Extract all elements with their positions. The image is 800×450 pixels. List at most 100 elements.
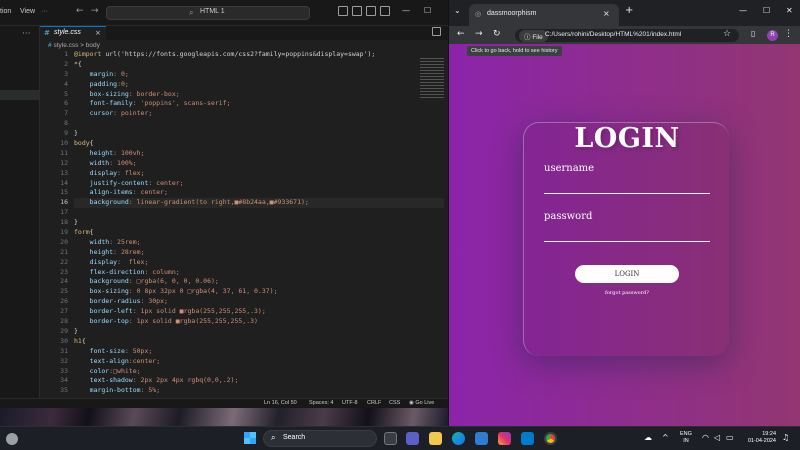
menu-view[interactable]: View (20, 8, 35, 15)
code-line[interactable] (74, 208, 444, 218)
customize-layout-icon[interactable] (380, 6, 390, 16)
code-line[interactable]: width: 100%; (74, 159, 444, 169)
taskbar-search[interactable]: ⌕ Search (263, 430, 377, 447)
toggle-panel-icon[interactable] (352, 6, 362, 16)
clock[interactable]: 19:24 01-04-2024 (742, 431, 776, 445)
code-line[interactable]: form{ (74, 228, 444, 238)
bookmark-star-icon[interactable]: ☆ (723, 29, 731, 39)
code-line[interactable]: margin: 0; (74, 70, 444, 80)
maximize-icon[interactable]: ☐ (763, 6, 770, 15)
code-line[interactable]: color:□white; (74, 367, 444, 377)
code-line[interactable]: justify-content: center; (74, 179, 444, 189)
code-line[interactable]: font-size: 50px; (74, 347, 444, 357)
code-line[interactable]: font-family: 'poppins', scans-serif; (74, 99, 444, 109)
forgot-password-link[interactable]: forgot password? (524, 290, 730, 296)
username-input[interactable] (544, 193, 710, 194)
code-line[interactable]: cursor: pointer; (74, 109, 444, 119)
reload-icon[interactable]: ↻ (493, 29, 501, 39)
minimize-icon[interactable]: — (739, 6, 747, 15)
weather-icon[interactable] (6, 433, 18, 445)
new-tab-icon[interactable]: + (625, 5, 633, 16)
code-line[interactable]: background: linear-gradient(to right,■#8… (74, 198, 444, 209)
close-window-icon[interactable]: ✕ (786, 6, 793, 15)
status-indentation[interactable]: Spaces: 4 (309, 400, 333, 406)
code-line[interactable]: body{ (74, 139, 444, 149)
more-icon[interactable]: ··· (41, 8, 48, 15)
close-icon[interactable]: × (603, 9, 610, 18)
minimize-icon[interactable]: — (402, 6, 410, 15)
sidebar-more-icon[interactable]: ··· (22, 29, 31, 39)
code-line[interactable]: h1{ (74, 337, 444, 347)
code-editor[interactable]: 1 2 3 4 5 6 7 8 9 10 11 12 13 14 15 16 17 18 19 20 21 22 23 24 2… (40, 50, 448, 398)
vscode-icon[interactable] (521, 432, 534, 445)
code-line[interactable]: text-shadow: 2px 2px 4px rgbq(0,0,.2); (74, 376, 444, 386)
code-line[interactable]: } (74, 129, 444, 139)
browser-tab[interactable]: ◎ dassmoorphism × (469, 4, 619, 26)
task-view-icon[interactable] (384, 432, 397, 445)
toggle-sidebar-icon[interactable] (338, 6, 348, 16)
tray-chevron-icon[interactable]: ^ (662, 433, 669, 442)
code-line[interactable]: margin-bottom: 5%; (74, 386, 444, 396)
code-line[interactable]: border-radius: 30px; (74, 297, 444, 307)
store-icon[interactable] (475, 432, 488, 445)
command-center-search[interactable]: ⌕ HTML 1 (106, 6, 310, 20)
login-button[interactable]: LOGIN (575, 265, 679, 283)
breadcrumb-symbol[interactable]: body (86, 42, 100, 49)
kebab-menu-icon[interactable]: ⋮ (784, 29, 793, 39)
code-line[interactable]: } (74, 327, 444, 337)
explorer-selected-item[interactable] (0, 90, 40, 100)
maximize-icon[interactable]: ☐ (424, 6, 431, 15)
code-line[interactable]: width: 25rem; (74, 238, 444, 248)
status-eol[interactable]: CRLF (367, 400, 381, 406)
code-line[interactable]: @import url('https://fonts.googleapis.co… (74, 50, 444, 60)
code-line[interactable]: border-top: 1px solid ■rgba(255,255,255,… (74, 317, 444, 327)
code-line[interactable]: display: flex; (74, 169, 444, 179)
site-info-chip[interactable]: ⓘ File (519, 30, 548, 42)
back-arrow-icon[interactable]: ← (457, 29, 465, 39)
code-text[interactable]: @import url('https://fonts.googleapis.co… (74, 50, 444, 396)
notification-bell-icon[interactable]: ♫ (782, 433, 789, 442)
breadcrumb-file[interactable]: style.css (53, 42, 78, 49)
code-line[interactable]: display: flex; (74, 258, 444, 268)
split-editor-icon[interactable] (432, 27, 441, 36)
wifi-icon[interactable]: ◠ (702, 433, 709, 442)
minimap[interactable] (420, 58, 444, 98)
side-panel-icon[interactable]: ▯ (751, 29, 755, 38)
back-arrow-icon[interactable]: ← (76, 6, 84, 16)
file-explorer-icon[interactable] (429, 432, 442, 445)
code-line[interactable]: text-align:center; (74, 357, 444, 367)
volume-icon[interactable]: ◁ (714, 433, 720, 442)
instagram-icon[interactable] (498, 432, 511, 445)
password-input[interactable] (544, 241, 710, 242)
avatar[interactable]: R (767, 30, 778, 41)
tab-search-icon[interactable]: ⌄ (454, 6, 461, 15)
code-line[interactable]: flex-direction: column; (74, 268, 444, 278)
cloud-icon[interactable]: ☁ (644, 433, 652, 442)
code-line[interactable]: padding:0; (74, 80, 444, 90)
code-line[interactable] (74, 119, 444, 129)
address-bar[interactable]: ⓘ File C:/Users/rohini/Desktop/HTML%201/… (515, 29, 739, 42)
forward-arrow-icon[interactable]: → (91, 6, 99, 16)
code-line[interactable]: background: □rgba(6, 0, 0, 0.06); (74, 277, 444, 287)
code-line[interactable]: *{ (74, 60, 444, 70)
tab-style-css[interactable]: # style.css × (40, 26, 106, 40)
windows-start-icon[interactable] (244, 432, 256, 444)
status-language[interactable]: CSS (389, 400, 400, 406)
code-line[interactable]: box-sizing: border-box; (74, 90, 444, 100)
status-go-live[interactable]: ◉ Go Live (409, 400, 434, 406)
code-line[interactable]: box-sizing: 0 8px 32px 0 □rgba(4, 37, 61… (74, 287, 444, 297)
teams-icon[interactable] (406, 432, 419, 445)
chrome-icon[interactable] (544, 432, 557, 445)
close-icon[interactable]: × (95, 29, 101, 37)
status-encoding[interactable]: UTF-8 (342, 400, 358, 406)
battery-icon[interactable]: ▭ (726, 433, 734, 442)
status-cursor-position[interactable]: Ln 16, Col 50 (264, 400, 297, 406)
code-line[interactable]: border-left: 1px solid ■rgba(255,255,255… (74, 307, 444, 317)
menu-selection[interactable]: tion (0, 8, 11, 15)
language-indicator[interactable]: ENG IN (680, 431, 692, 445)
code-line[interactable]: align-items: center; (74, 188, 444, 198)
code-line[interactable]: height: 28rem; (74, 248, 444, 258)
code-line[interactable]: } (74, 218, 444, 228)
toggle-secondary-sidebar-icon[interactable] (366, 6, 376, 16)
forward-arrow-icon[interactable]: → (475, 29, 483, 39)
